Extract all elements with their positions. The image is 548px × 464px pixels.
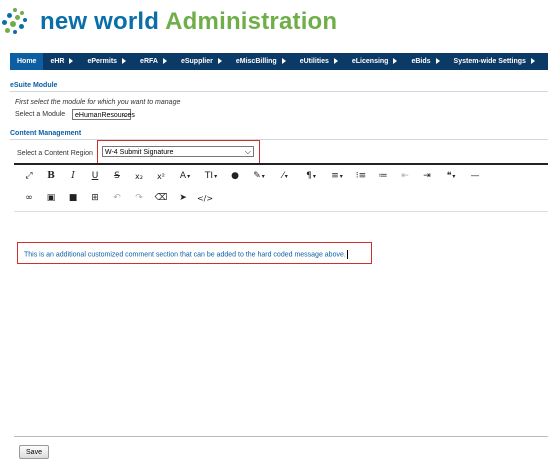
text-cursor [346, 250, 348, 259]
undo-icon[interactable]: ↶ [106, 189, 128, 207]
nav-item-ebids[interactable]: eBids [404, 53, 446, 70]
nav-item-ehr[interactable]: eHR [43, 53, 80, 70]
eraser-icon[interactable]: ⌫ [150, 189, 172, 207]
main-nav: Home eHR ePermits eRFA eSupplier eMiscBi… [10, 53, 548, 70]
content-region-select[interactable]: W-4 Submit Signature ⌵ [102, 146, 254, 157]
nav-item-erfa[interactable]: eRFA [133, 53, 174, 70]
nav-item-eutilities[interactable]: eUtilities [293, 53, 345, 70]
brush-icon[interactable]: ✎ ▾ [246, 167, 272, 185]
header: new world Administration [0, 0, 548, 44]
chevron-down-icon: ⌵ [121, 110, 128, 119]
esuite-module-title: eSuite Module [10, 82, 58, 89]
redo-icon[interactable]: ↷ [128, 189, 150, 207]
ordered-list-icon[interactable]: ⁝≡ [350, 167, 372, 185]
bold-icon[interactable]: B [40, 167, 62, 185]
paragraph-icon[interactable]: ¶ ▾ [298, 167, 324, 185]
italic-icon[interactable]: I [62, 167, 84, 185]
arrow-right-icon [122, 58, 127, 65]
nav-label: eHR [50, 58, 65, 65]
video-icon[interactable]: ■ [62, 189, 84, 207]
editor-text: This is an additional customized comment… [24, 251, 346, 259]
align-icon[interactable]: ≡ ▾ [324, 167, 350, 185]
editor-content-text[interactable]: This is an additional customized comment… [24, 250, 348, 259]
strikethrough-icon[interactable]: S [106, 167, 128, 185]
region-select-label: Select a Content Region [17, 150, 93, 157]
arrow-right-icon [281, 58, 286, 65]
unordered-list-icon[interactable]: ≔ [372, 167, 394, 185]
nav-item-emiscbilling[interactable]: eMiscBilling [229, 53, 293, 70]
arrow-right-icon [530, 58, 535, 65]
arrow-right-icon [217, 58, 222, 65]
superscript-icon[interactable]: x² [150, 167, 172, 185]
nav-label: System-wide Settings [453, 58, 526, 65]
nav-item-epermits[interactable]: ePermits [80, 53, 133, 70]
horizontal-rule-icon[interactable]: — [464, 167, 486, 185]
nav-item-system-settings[interactable]: System-wide Settings [447, 53, 542, 70]
arrow-right-icon [333, 58, 338, 65]
nav-item-home[interactable]: Home [10, 53, 44, 70]
outdent-icon[interactable]: ⇥ [416, 167, 438, 185]
module-select[interactable]: eHumanResources ⌵ [72, 109, 135, 120]
expand-icon[interactable]: ⤢ [18, 167, 40, 185]
content-management-title: Content Management [10, 130, 82, 137]
nav-label: eRFA [140, 58, 158, 65]
quote-icon[interactable]: ❝ ▾ [438, 167, 464, 185]
link-icon[interactable]: ∞ [18, 189, 40, 207]
divider [10, 139, 548, 140]
content-region-value: W-4 Submit Signature [105, 149, 174, 156]
nav-label: eLicensing [351, 58, 389, 65]
arrow-right-icon [69, 58, 74, 65]
editor-bottom-border [14, 436, 548, 437]
subscript-icon[interactable]: x₂ [128, 167, 150, 185]
logo-icon [1, 8, 31, 38]
module-hint: First select the module for which you wa… [15, 99, 181, 106]
indent-icon[interactable]: ⇤ [394, 167, 416, 185]
font-size-icon[interactable]: A ▾ [172, 167, 198, 185]
nav-label: eMiscBilling [235, 58, 277, 65]
chevron-down-icon: ⌵ [244, 147, 251, 156]
save-button[interactable]: Save [19, 445, 49, 459]
nav-item-elicensing[interactable]: eLicensing [345, 53, 405, 70]
divider [10, 91, 548, 92]
underline-icon[interactable]: U [84, 167, 106, 185]
text-height-icon[interactable]: TI ▾ [198, 167, 224, 185]
nav-label: eUtilities [299, 58, 329, 65]
highlight-icon[interactable]: ⁄ ▾ [272, 167, 298, 185]
nav-label: eSupplier [180, 58, 213, 65]
select-icon[interactable]: ➤ [172, 189, 194, 207]
module-select-label: Select a Module [15, 111, 66, 118]
nav-label: ePermits [87, 58, 118, 65]
image-icon[interactable]: ▣ [40, 189, 62, 207]
code-view-icon[interactable]: </> [194, 189, 216, 207]
brand-suffix: Administration [165, 8, 338, 35]
brand-title: new world Administration [40, 8, 337, 36]
arrow-right-icon [162, 58, 167, 65]
color-icon[interactable]: ● [224, 167, 246, 185]
table-icon[interactable]: ⊞ [84, 189, 106, 207]
brand-name: new world [40, 8, 160, 35]
arrow-right-icon [435, 58, 440, 65]
nav-label: eBids [411, 58, 431, 65]
nav-label: Home [17, 58, 37, 65]
nav-item-esupplier[interactable]: eSupplier [174, 53, 229, 70]
arrow-right-icon [393, 58, 398, 65]
editor-toolbar: ⤢ B I U S x₂ x² A ▾ TI ▾ ● ✎ ▾ ⁄ ▾ ¶ ▾ ≡ ▾ ⁝≡ … [14, 165, 548, 211]
